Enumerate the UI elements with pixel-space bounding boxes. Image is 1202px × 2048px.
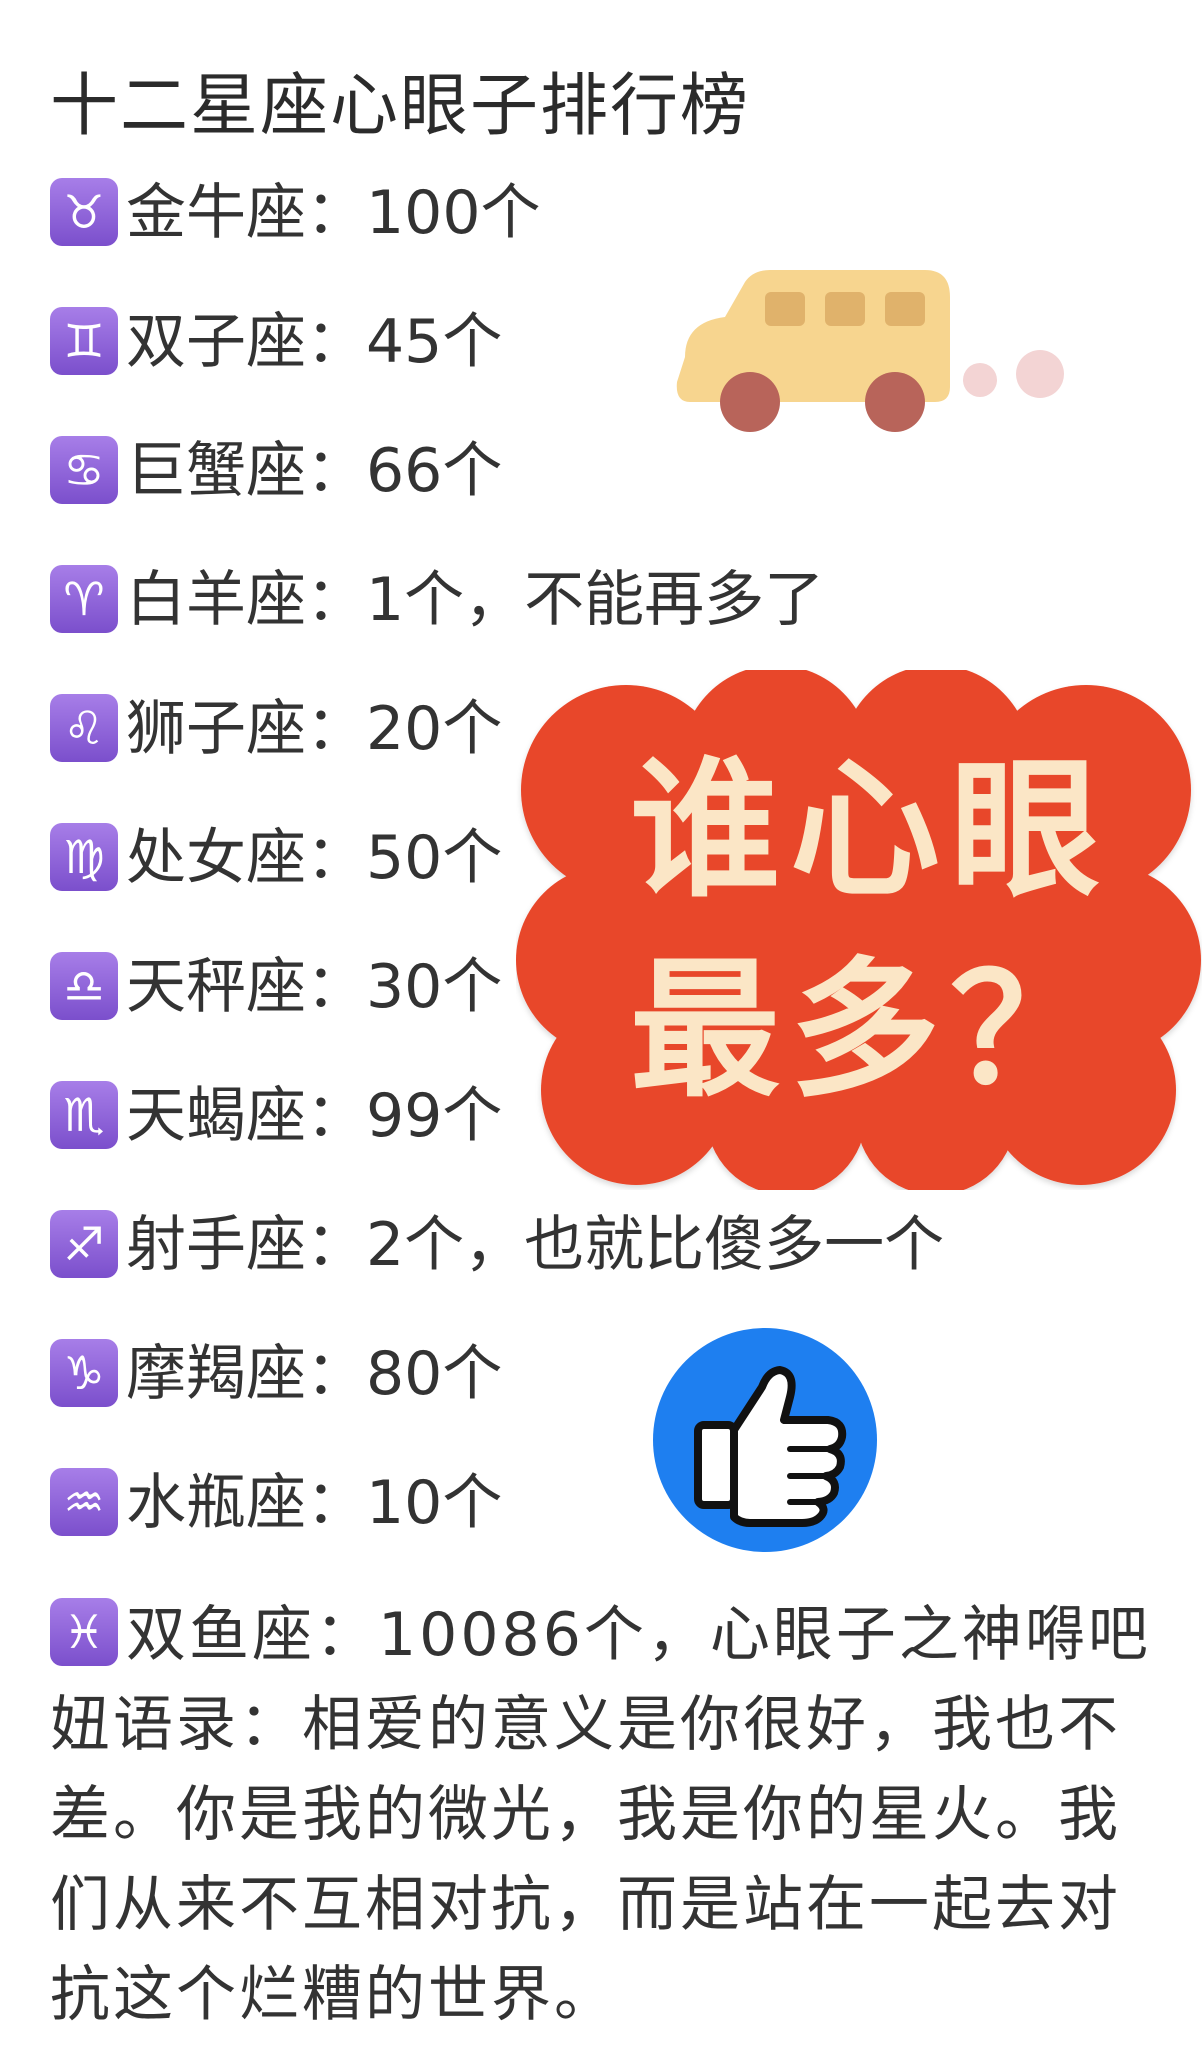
item-text: 白羊座：1个，不能再多了 bbox=[126, 565, 825, 635]
page-title: 十二星座心眼子排行榜 bbox=[50, 67, 751, 146]
item-text: 射手座：2个，也就比傻多一个 bbox=[126, 1210, 945, 1280]
item-text: 处女座：50个 bbox=[126, 823, 503, 893]
libra-icon: ♎ bbox=[50, 952, 118, 1020]
aries-icon: ♈ bbox=[50, 565, 118, 633]
virgo-icon: ♍ bbox=[50, 823, 118, 891]
capricorn-icon: ♑ bbox=[50, 1339, 118, 1407]
thumbs-up-icon bbox=[653, 1328, 877, 1552]
cancer-icon: ♋ bbox=[50, 436, 118, 504]
item-text: 天蝎座：99个 bbox=[126, 1081, 503, 1151]
bubble-text: 谁心眼 最多？ bbox=[590, 730, 1150, 1130]
gemini-icon: ♊ bbox=[50, 307, 118, 375]
leo-icon: ♌ bbox=[50, 694, 118, 762]
sagittarius-icon: ♐ bbox=[50, 1210, 118, 1278]
item-text: 摩羯座：80个 bbox=[126, 1339, 503, 1409]
item-text: 金牛座：100个 bbox=[126, 178, 541, 248]
pisces-icon: ♓ bbox=[50, 1598, 118, 1666]
taurus-icon: ♉ bbox=[50, 178, 118, 246]
item-text: 水瓶座：10个 bbox=[126, 1468, 503, 1538]
item-text: 天秤座：30个 bbox=[126, 952, 503, 1022]
item-text: 巨蟹座：66个 bbox=[126, 436, 503, 506]
list-item-sagittarius: ♐ 射手座：2个，也就比傻多一个 bbox=[50, 1206, 944, 1335]
item-text: 双子座：45个 bbox=[126, 307, 503, 377]
item-text: 狮子座：20个 bbox=[126, 694, 503, 764]
bubble-line-2: 最多？ bbox=[629, 942, 1110, 1118]
list-item-cancer: ♋ 巨蟹座：66个 bbox=[50, 432, 944, 561]
bus-sticker-icon bbox=[676, 270, 1064, 432]
pisces-paragraph: ♓ 双鱼座：10086个，心眼子之神嘚吧妞语录：相爱的意义是你很好，我也不差。你… bbox=[50, 1590, 1170, 2040]
scorpio-icon: ♏ bbox=[50, 1081, 118, 1149]
aquarius-icon: ♒ bbox=[50, 1468, 118, 1536]
pisces-text: 双鱼座：10086个，心眼子之神嘚吧妞语录：相爱的意义是你很好，我也不差。你是我… bbox=[50, 1600, 1151, 2030]
bubble-line-1: 谁心眼 bbox=[629, 742, 1110, 918]
